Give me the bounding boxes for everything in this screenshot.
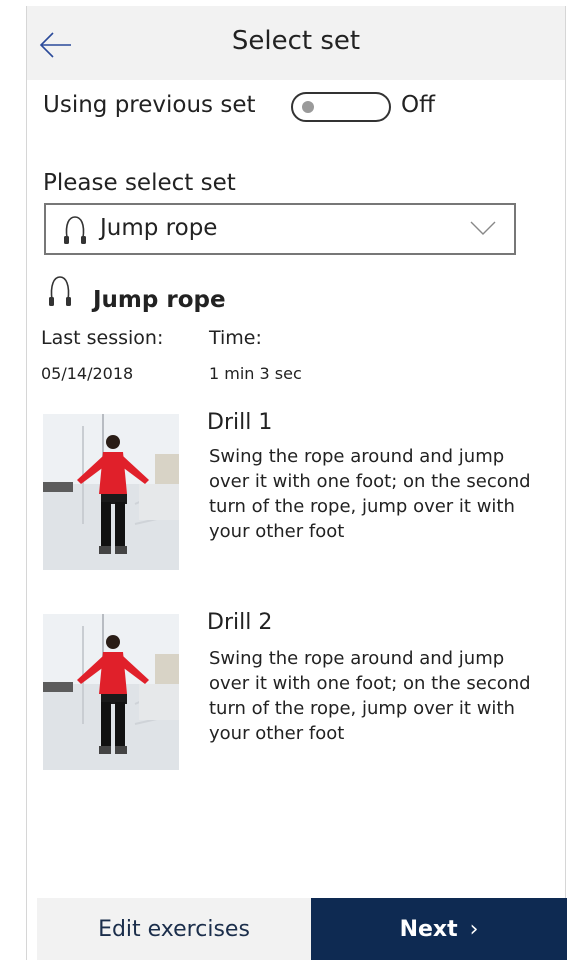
toggle-knob	[302, 101, 314, 113]
chevron-down-icon	[470, 221, 496, 235]
last-session-label: Last session:	[41, 327, 164, 349]
set-dropdown[interactable]: Jump rope	[44, 203, 516, 255]
next-button[interactable]: Next ›	[311, 898, 567, 960]
phone-screen: Select set Using previous set Off Please…	[26, 6, 567, 960]
drill-title: Drill 1	[207, 410, 273, 435]
drill-image	[43, 414, 179, 570]
previous-set-toggle[interactable]	[291, 92, 391, 122]
footer-bar: Edit exercises Next ›	[27, 898, 567, 960]
drill-description: Swing the rope around and jump over it w…	[209, 648, 531, 744]
set-name: Jump rope	[93, 287, 226, 313]
edit-exercises-button[interactable]: Edit exercises	[37, 898, 311, 960]
jump-rope-icon	[49, 276, 71, 306]
dropdown-selected-value: Jump rope	[100, 215, 218, 241]
header-bar: Select set	[27, 6, 565, 80]
page-title: Select set	[231, 26, 361, 56]
select-set-label: Please select set	[43, 170, 236, 196]
drill-image	[43, 614, 179, 770]
toggle-label: Using previous set	[43, 92, 256, 118]
jump-rope-icon	[64, 216, 86, 244]
time-label: Time:	[209, 327, 262, 349]
last-session-value: 05/14/2018	[41, 364, 134, 383]
drill-description: Swing the rope around and jump over it w…	[209, 446, 531, 542]
drill-title: Drill 2	[207, 610, 273, 635]
next-button-label: Next	[399, 916, 458, 942]
time-value: 1 min 3 sec	[209, 364, 302, 383]
chevron-right-icon: ›	[469, 916, 479, 942]
toggle-state-text: Off	[401, 92, 435, 118]
